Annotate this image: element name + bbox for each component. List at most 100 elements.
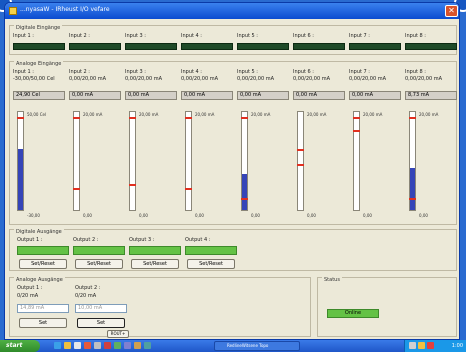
gauge-limit-marker[interactable] <box>241 198 248 201</box>
gauge-scale-min: 0,00 <box>363 213 372 218</box>
gauge-scale-min: 0,00 <box>195 213 204 218</box>
digital-input-led <box>293 43 345 50</box>
gauge-limit-marker[interactable] <box>409 116 416 119</box>
gauge-limit-marker[interactable] <box>241 116 248 119</box>
analog-input-range: 0,00/20,00 mA <box>125 76 163 82</box>
analog-input-value: 0,00 mA <box>69 91 121 100</box>
app-icon[interactable] <box>144 342 151 349</box>
gauge-limit-marker[interactable] <box>73 188 80 191</box>
mail-icon[interactable] <box>74 342 81 349</box>
settings-icon[interactable] <box>94 342 101 349</box>
analog-input-value: 0,00 mA <box>237 91 289 100</box>
gauge-scale-max: 20,00 mA <box>307 112 327 117</box>
analog-input-range: 0,00/20,00 mA <box>237 76 275 82</box>
gauge-scale-min: 0,00 <box>251 213 260 218</box>
start-button[interactable]: start <box>0 340 40 352</box>
digital-input-led <box>405 43 457 50</box>
close-button[interactable]: ✕ <box>445 5 458 17</box>
digital-input-label: Input 5 : <box>237 33 258 39</box>
tray-volume-icon[interactable] <box>418 342 425 349</box>
digital-input-label: Input 1 : <box>13 33 34 39</box>
gauge-limit-marker[interactable] <box>353 129 360 132</box>
gauge-scale-min: 0,00 <box>83 213 92 218</box>
set-reset-button[interactable]: Set/Reset <box>131 259 179 269</box>
analog-output-range: 0/20 mA <box>17 293 39 299</box>
analog-input-value: 8,73 mA <box>405 91 457 100</box>
gauge-limit-marker[interactable] <box>17 116 24 119</box>
group-title: Status <box>322 277 342 283</box>
app-icon[interactable] <box>124 342 131 349</box>
app-icon[interactable] <box>134 342 141 349</box>
gauge-limit-marker[interactable] <box>297 163 304 166</box>
folder-icon[interactable] <box>64 342 71 349</box>
gauge-limit-marker[interactable] <box>185 188 192 191</box>
app-icon[interactable] <box>114 342 121 349</box>
window-title: ...nyasaW - IRheust I/O vefare <box>20 6 110 13</box>
gauge-limit-marker[interactable] <box>185 116 192 119</box>
gauge-scale-min: 0,00 <box>139 213 148 218</box>
set-reset-button[interactable]: Set/Reset <box>75 259 123 269</box>
set-reset-button[interactable]: Set/Reset <box>19 259 67 269</box>
gauge-scale-max: 50,00 Cel <box>27 112 47 117</box>
title-bar[interactable]: ...nyasaW - IRheust I/O vefare ✕ <box>5 3 459 19</box>
analog-input-value: 0,00 mA <box>349 91 401 100</box>
gauge-limit-marker[interactable] <box>353 116 360 119</box>
gauge-limit-marker[interactable] <box>297 149 304 152</box>
analog-input-gauge <box>73 111 80 211</box>
analog-input-gauge <box>241 111 248 211</box>
gauge-fill <box>410 167 415 210</box>
app-icon <box>9 7 17 15</box>
analog-output-range: 0/20 mA <box>75 293 97 299</box>
clock: 1:00 <box>451 343 463 349</box>
analog-input-gauge <box>129 111 136 211</box>
analog-input-label: Input 5 : <box>237 69 258 75</box>
analog-output-field[interactable]: 10,00 mA <box>75 304 127 313</box>
gauge-scale-max: 20,00 mA <box>251 112 271 117</box>
media-icon[interactable] <box>84 342 91 349</box>
set-button[interactable]: Set <box>77 318 125 328</box>
gauge-scale-min: -30,00 <box>27 213 40 218</box>
status-badge: Online <box>327 309 379 318</box>
digital-inputs-group: Digitale Eingänge <box>9 25 457 55</box>
analog-input-gauge <box>17 111 24 211</box>
digital-input-led <box>181 43 233 50</box>
digital-input-label: Input 8 : <box>405 33 426 39</box>
rout-button[interactable]: ROUT+ <box>107 330 129 338</box>
gauge-scale-min: 0,00 <box>307 213 316 218</box>
browser-icon[interactable] <box>54 342 61 349</box>
digital-input-label: Input 3 : <box>125 33 146 39</box>
tray-network-icon[interactable] <box>409 342 416 349</box>
set-reset-button[interactable]: Set/Reset <box>187 259 235 269</box>
analog-input-label: Input 1 : <box>13 69 34 75</box>
taskbar-window-button[interactable]: RedlineWitsene Topo <box>214 341 300 351</box>
digital-input-label: Input 2 : <box>69 33 90 39</box>
close-icon[interactable] <box>104 342 111 349</box>
group-title: Digitale Ausgänge <box>14 229 64 235</box>
gauge-fill <box>18 149 23 210</box>
gauge-limit-marker[interactable] <box>409 198 416 201</box>
digital-output-label: Output 4 : <box>185 237 211 243</box>
digital-output-label: Output 3 : <box>129 237 155 243</box>
digital-output-led <box>129 246 181 255</box>
analog-input-range: 0,00/20,00 mA <box>69 76 107 82</box>
digital-input-label: Input 6 : <box>293 33 314 39</box>
analog-input-gauge <box>409 111 416 211</box>
analog-input-range: 0,00/20,00 mA <box>405 76 443 82</box>
gauge-scale-min: 0,00 <box>419 213 428 218</box>
taskbar: start RedlineWitsene Topo 1:00 <box>0 340 466 352</box>
set-button[interactable]: Set <box>19 318 67 328</box>
analog-output-label: Output 1 : <box>17 285 43 291</box>
gauge-scale-max: 20,00 mA <box>139 112 159 117</box>
gauge-limit-marker[interactable] <box>129 116 136 119</box>
tray-security-icon[interactable] <box>427 342 434 349</box>
digital-input-led <box>237 43 289 50</box>
digital-output-led <box>73 246 125 255</box>
digital-input-led <box>69 43 121 50</box>
digital-input-led <box>125 43 177 50</box>
analog-output-field[interactable]: 14,89 mA <box>17 304 69 313</box>
status-group: Status <box>317 277 457 337</box>
gauge-limit-marker[interactable] <box>129 184 136 187</box>
gauge-limit-marker[interactable] <box>73 116 80 119</box>
analog-input-label: Input 4 : <box>181 69 202 75</box>
analog-input-range: 0,00/20,00 mA <box>181 76 219 82</box>
